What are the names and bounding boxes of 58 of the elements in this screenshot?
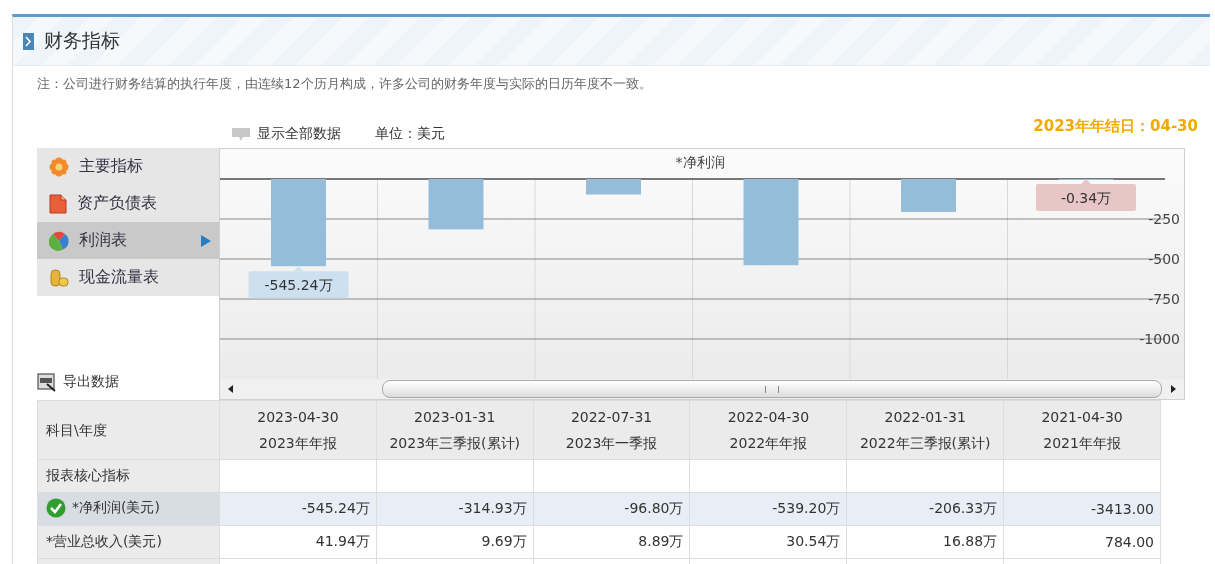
- show-all-button[interactable]: 显示全部数据: [231, 125, 341, 143]
- annotation: -0.34万: [1060, 190, 1112, 206]
- bar[interactable]: [901, 179, 956, 212]
- table-header-cell: 2022-04-30 2022年年报: [690, 400, 847, 460]
- bar[interactable]: [428, 179, 484, 230]
- speech-bubble-icon: [231, 126, 251, 142]
- bar[interactable]: [271, 179, 326, 267]
- table-cell: 报表核心指标: [37, 459, 220, 493]
- table-cell: -96.80万: [533, 492, 690, 526]
- chart-title: *净利润: [675, 154, 725, 170]
- row-label[interactable]: *营业总收入(美元): [37, 525, 220, 559]
- row-label[interactable]: *净利润(美元): [37, 492, 220, 526]
- y-tick-label: -750: [1148, 291, 1180, 307]
- table-cell: -3413.00: [1003, 492, 1161, 526]
- sidebar-item[interactable]: 现金流量表: [37, 259, 219, 296]
- pie-ball-icon: [49, 230, 69, 251]
- y-tick-label: -250: [1148, 211, 1180, 227]
- selected-arrow-icon: [201, 234, 211, 247]
- export-icon: [37, 372, 57, 392]
- scroll-right-icon[interactable]: [1168, 384, 1178, 394]
- section-title: 财务指标: [44, 28, 120, 53]
- table-cell: -545.24万: [219, 492, 377, 526]
- value-tooltip: -545.24万: [248, 266, 349, 299]
- document-icon: [49, 193, 67, 214]
- table-header-cell: 2022-01-31 2022年三季报(累计): [846, 400, 1004, 460]
- table-cell: -314.93万: [376, 492, 534, 526]
- bar[interactable]: [586, 179, 641, 195]
- value-tooltip: -0.34万: [1036, 179, 1136, 211]
- coins-icon: [49, 267, 69, 288]
- table-cell: -206.33万: [846, 492, 1004, 526]
- bar[interactable]: [743, 179, 799, 266]
- table-header-cell: 2021-04-30 2021年年报: [1003, 400, 1161, 460]
- table-cell: -539.20万: [690, 492, 847, 526]
- fiscal-year-end: 2023年年结日：04-30: [1033, 116, 1198, 136]
- table-header-cell: 科目\年度: [37, 400, 220, 460]
- y-tick-label: -500: [1148, 251, 1180, 267]
- sidebar-item[interactable]: 资产负债表: [37, 185, 219, 222]
- sidebar-item[interactable]: 主要指标: [37, 148, 219, 185]
- check-icon: [46, 497, 66, 518]
- flower-icon: [49, 156, 69, 177]
- unit-label: 单位：美元: [375, 125, 445, 143]
- table-cell: 16.88万: [846, 525, 1004, 559]
- table-cell: 41.94万: [219, 525, 377, 559]
- export-data-button[interactable]: 导出数据: [37, 372, 219, 400]
- table-cell: 784.00: [1003, 525, 1161, 559]
- table-header-cell: 2022-07-31 2023年一季报: [533, 400, 690, 460]
- annotation: -545.24万: [264, 277, 333, 294]
- y-tick-label: -1000: [1139, 331, 1180, 347]
- table-header-cell: 2023-04-30 2023年年报: [219, 400, 377, 460]
- chevron-icon: [23, 32, 34, 50]
- table-cell: 9.69万: [376, 525, 534, 559]
- note-text: 注：公司进行财务结算的执行年度，由连续12个历月构成，许多公司的财务年度与实际的日历年度不一致。: [36, 75, 653, 93]
- table-cell: 8.89万: [533, 525, 690, 559]
- table-cell: 30.54万: [690, 525, 847, 559]
- scroll-left-icon[interactable]: [226, 384, 236, 394]
- table-header-cell: 2023-01-31 2023年三季报(累计): [376, 400, 534, 460]
- sidebar-item[interactable]: 利润表: [37, 222, 219, 259]
- scrollbar-thumb[interactable]: [382, 380, 1162, 398]
